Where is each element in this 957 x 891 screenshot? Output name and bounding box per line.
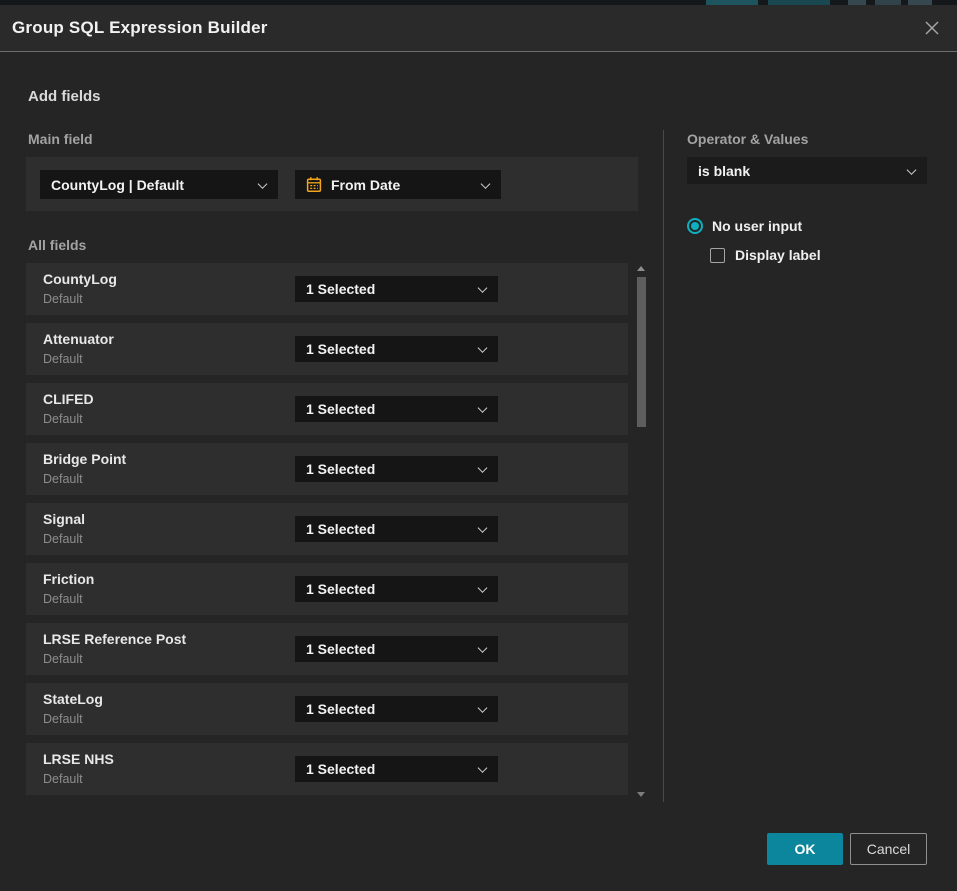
field-selection-dropdown[interactable]: 1 Selected — [295, 576, 498, 602]
field-source: Default — [43, 532, 83, 546]
cancel-button[interactable]: Cancel — [850, 833, 927, 865]
all-fields-list: CountyLog Default 1 Selected Attenuator … — [26, 263, 628, 803]
chevron-down-icon — [478, 583, 488, 593]
field-name: CountyLog — [43, 271, 117, 287]
main-layer-select-value: CountyLog | Default — [51, 177, 184, 193]
operator-select-value: is blank — [698, 163, 750, 179]
field-selection-value: 1 Selected — [306, 521, 375, 537]
field-selection-dropdown[interactable]: 1 Selected — [295, 696, 498, 722]
group-sql-expression-builder-dialog: Group SQL Expression Builder Add fields … — [0, 5, 957, 891]
operator-select[interactable]: is blank — [687, 157, 927, 184]
field-selection-dropdown[interactable]: 1 Selected — [295, 396, 498, 422]
field-row: Signal Default 1 Selected — [26, 503, 628, 555]
scroll-up-icon[interactable] — [637, 266, 645, 271]
scrollbar-thumb[interactable] — [637, 277, 646, 427]
field-name: LRSE NHS — [43, 751, 114, 767]
field-selection-value: 1 Selected — [306, 701, 375, 717]
field-row: LRSE Reference Post Default 1 Selected — [26, 623, 628, 675]
field-source: Default — [43, 712, 83, 726]
field-selection-value: 1 Selected — [306, 281, 375, 297]
chevron-down-icon — [478, 283, 488, 293]
main-field-select-value: From Date — [331, 177, 400, 193]
all-fields-label: All fields — [28, 237, 86, 253]
chevron-down-icon — [478, 643, 488, 653]
chevron-down-icon — [481, 179, 491, 189]
chevron-down-icon — [907, 165, 917, 175]
chevron-down-icon — [478, 463, 488, 473]
field-name: Bridge Point — [43, 451, 126, 467]
chevron-down-icon — [478, 763, 488, 773]
field-selection-dropdown[interactable]: 1 Selected — [295, 336, 498, 362]
display-label-checkbox[interactable]: Display label — [710, 247, 821, 263]
radio-selected-icon — [687, 218, 703, 234]
field-selection-dropdown[interactable]: 1 Selected — [295, 456, 498, 482]
close-icon[interactable] — [921, 17, 943, 39]
field-source: Default — [43, 652, 83, 666]
main-field-box: CountyLog | Default From Date — [26, 157, 638, 211]
display-label-text: Display label — [735, 247, 821, 263]
field-selection-value: 1 Selected — [306, 461, 375, 477]
main-layer-select[interactable]: CountyLog | Default — [40, 170, 278, 199]
field-name: Signal — [43, 511, 85, 527]
field-name: LRSE Reference Post — [43, 631, 186, 647]
field-row: LRSE NHS Default 1 Selected — [26, 743, 628, 795]
no-user-input-radio[interactable]: No user input — [687, 218, 802, 234]
field-row: StateLog Default 1 Selected — [26, 683, 628, 735]
field-selection-value: 1 Selected — [306, 641, 375, 657]
field-source: Default — [43, 772, 83, 786]
chevron-down-icon — [478, 343, 488, 353]
list-scrollbar — [636, 263, 647, 800]
field-source: Default — [43, 292, 83, 306]
field-source: Default — [43, 352, 83, 366]
chevron-down-icon — [478, 403, 488, 413]
screen: Group SQL Expression Builder Add fields … — [0, 0, 957, 891]
checkbox-unchecked-icon — [710, 248, 725, 263]
field-source: Default — [43, 472, 83, 486]
dialog-titlebar: Group SQL Expression Builder — [0, 5, 957, 52]
field-row: CLIFED Default 1 Selected — [26, 383, 628, 435]
field-selection-value: 1 Selected — [306, 341, 375, 357]
field-source: Default — [43, 412, 83, 426]
calendar-icon — [306, 176, 322, 193]
main-field-select[interactable]: From Date — [295, 170, 501, 199]
chevron-down-icon — [478, 523, 488, 533]
ok-button[interactable]: OK — [767, 833, 843, 865]
field-selection-value: 1 Selected — [306, 581, 375, 597]
panel-divider — [663, 130, 664, 802]
field-row: Attenuator Default 1 Selected — [26, 323, 628, 375]
field-selection-dropdown[interactable]: 1 Selected — [295, 756, 498, 782]
field-selection-dropdown[interactable]: 1 Selected — [295, 276, 498, 302]
operator-values-heading: Operator & Values — [687, 131, 808, 147]
field-row: CountyLog Default 1 Selected — [26, 263, 628, 315]
dialog-title: Group SQL Expression Builder — [12, 18, 921, 38]
field-name: Attenuator — [43, 331, 114, 347]
chevron-down-icon — [258, 179, 268, 189]
field-selection-dropdown[interactable]: 1 Selected — [295, 636, 498, 662]
add-fields-heading: Add fields — [28, 88, 101, 105]
field-selection-dropdown[interactable]: 1 Selected — [295, 516, 498, 542]
field-source: Default — [43, 592, 83, 606]
chevron-down-icon — [478, 703, 488, 713]
field-row: Bridge Point Default 1 Selected — [26, 443, 628, 495]
no-user-input-label: No user input — [712, 218, 802, 234]
field-selection-value: 1 Selected — [306, 401, 375, 417]
field-selection-value: 1 Selected — [306, 761, 375, 777]
field-row: Friction Default 1 Selected — [26, 563, 628, 615]
scroll-down-icon[interactable] — [637, 792, 645, 797]
field-name: StateLog — [43, 691, 103, 707]
field-name: Friction — [43, 571, 94, 587]
field-name: CLIFED — [43, 391, 94, 407]
main-field-label: Main field — [28, 131, 93, 147]
